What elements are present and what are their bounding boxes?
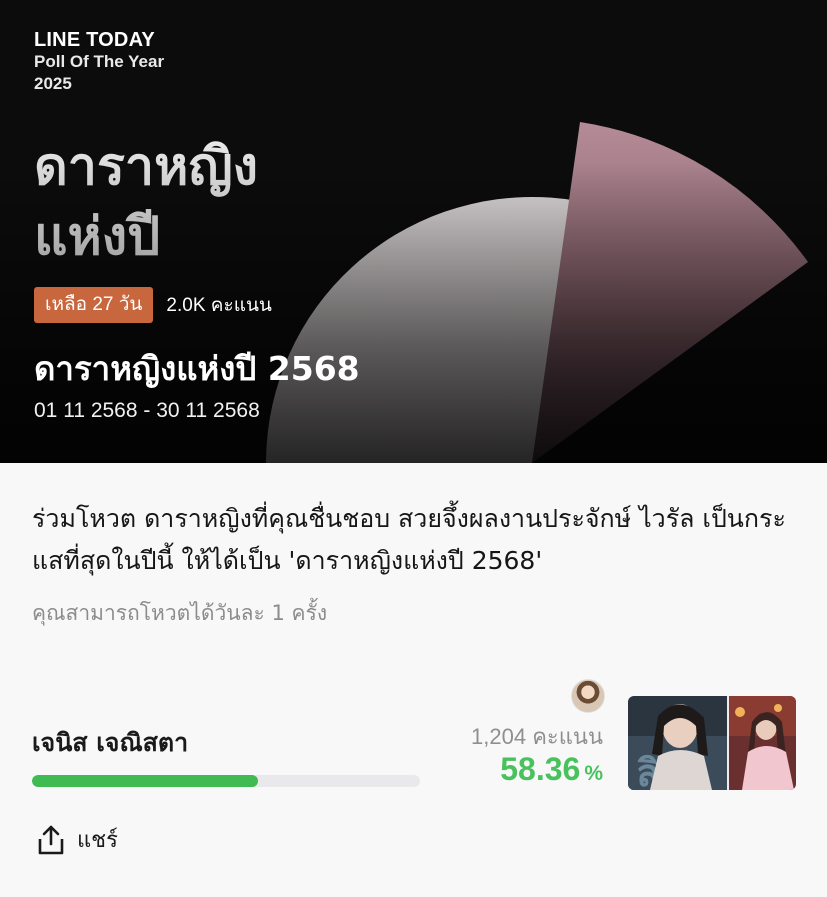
poll-meta: เหลือ 27 วัน 2.0K คะแนน [34,287,272,323]
share-label: แชร์ [77,828,118,853]
share-button[interactable]: แชร์ [37,822,118,857]
total-votes: 2.0K คะแนน [166,295,272,316]
brand-line-2: Poll Of The Year [34,52,165,71]
banner-headline-line-2: แห่งปี [34,207,161,267]
banner-headline-line-1: ดาราหญิง [34,137,259,197]
days-left-badge: เหลือ 27 วัน [34,287,154,323]
candidate-votes: 1,204 คะแนน [471,724,603,749]
candidate-photo[interactable]: ลิ [628,696,796,790]
candidate-name: เจนิส เจณิสตา [32,728,189,757]
vote-progress-fill [32,775,259,787]
candidate-percentage: 58.36% [500,751,603,788]
vote-progress-bar [32,775,420,787]
vote-limit-note: คุณสามารถโหวตได้วันละ 1 ครั้ง [32,601,328,625]
line-today-logo: LINE TODAY Poll Of The Year 2025 [34,29,164,95]
candidate-photo-image: ลิ [628,696,796,790]
banner-headline: ดาราหญิง แห่งปี [34,132,258,272]
brand-line-1: LINE TODAY [34,29,155,51]
poll-description: ร่วมโหวต ดาราหญิงที่คุณชื่นชอบ สวยจึ้งผล… [32,504,786,575]
poll-date-range: 01 11 2568 - 30 11 2568 [34,399,260,422]
percent-value: 58.36 [500,751,581,787]
brand-line-3: 2025 [34,74,72,93]
poll-page: LINE TODAY Poll Of The Year 2025 ดาราหญิ… [0,0,827,897]
voter-avatar [571,679,605,713]
poll-title: ดาราหญิงแห่งปี 2568 [34,349,360,388]
percent-symbol: % [584,762,603,785]
poll-banner: LINE TODAY Poll Of The Year 2025 ดาราหญิ… [0,0,827,463]
share-icon [38,825,64,854]
